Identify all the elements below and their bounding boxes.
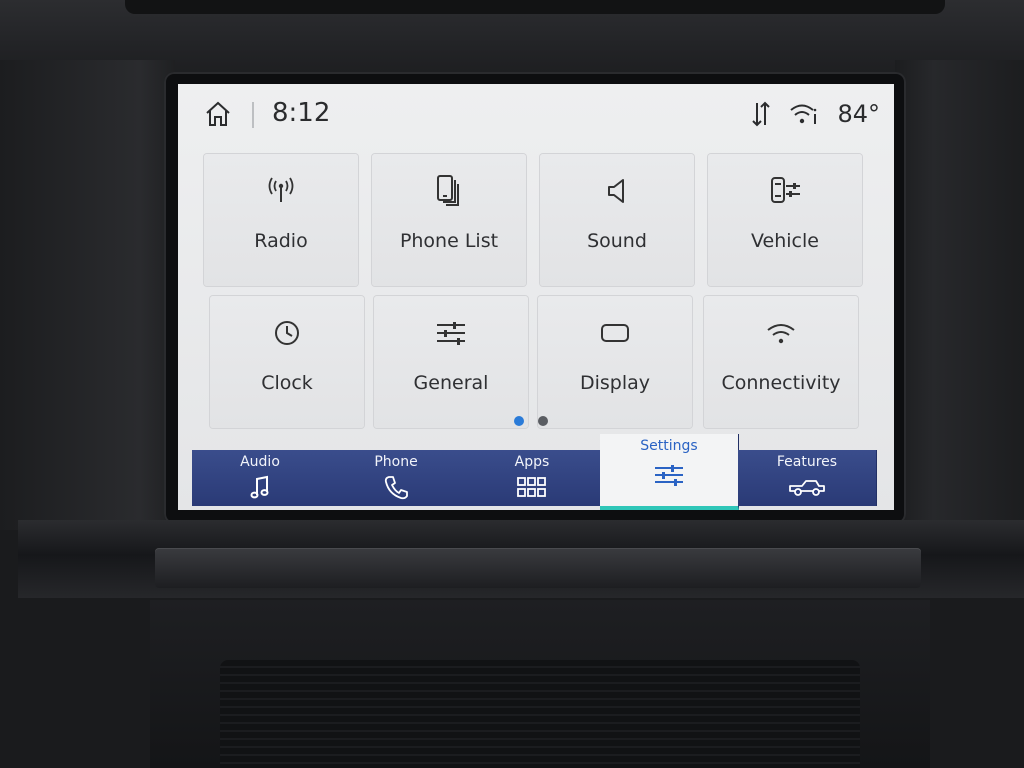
nav-phone[interactable]: Phone xyxy=(328,450,465,506)
tile-display[interactable]: Display xyxy=(538,296,692,428)
status-clock: 8:12 xyxy=(272,98,331,128)
nav-label: Settings xyxy=(640,438,698,454)
dashboard-left-panel xyxy=(0,60,175,530)
cubby-mat xyxy=(220,660,860,768)
nav-features[interactable]: Features xyxy=(738,450,877,506)
speaker-icon xyxy=(608,179,624,203)
truck-icon xyxy=(789,480,825,496)
tile-label: Radio xyxy=(254,230,308,252)
dashboard-shelf-edge xyxy=(155,548,921,588)
infotainment-screen: 8:12 84° Radio Phone List Sound Vehicle … xyxy=(178,84,894,510)
home-button[interactable] xyxy=(198,98,238,130)
tile-label: Display xyxy=(579,372,651,394)
tile-sound[interactable]: Sound xyxy=(540,154,694,286)
status-bar: 8:12 84° xyxy=(178,84,894,144)
dashboard-right-panel xyxy=(895,60,1024,530)
tile-label: Sound xyxy=(587,230,647,252)
home-icon xyxy=(206,101,230,126)
sliders-icon xyxy=(655,465,683,486)
status-indicators: 84° xyxy=(751,96,880,132)
nav-label: Audio xyxy=(240,454,280,470)
nav-settings[interactable]: Settings xyxy=(600,434,739,510)
nav-label: Phone xyxy=(374,454,418,470)
wifi-hotspot-icon xyxy=(790,104,817,124)
phone-list-icon xyxy=(437,175,459,206)
tile-connectivity[interactable]: Connectivity xyxy=(704,296,858,428)
display-icon xyxy=(601,324,629,342)
tile-label: Vehicle xyxy=(751,230,819,252)
dashboard-top-vent xyxy=(125,0,945,14)
vehicle-settings-icon xyxy=(771,177,800,203)
clock-icon xyxy=(275,321,299,345)
tile-clock[interactable]: Clock xyxy=(210,296,364,428)
status-divider xyxy=(252,102,254,128)
page-dot-active[interactable] xyxy=(514,416,524,426)
page-indicator xyxy=(514,416,548,426)
page-dot[interactable] xyxy=(538,416,548,426)
tile-label: General xyxy=(413,372,489,394)
sliders-icon xyxy=(437,322,465,345)
data-transfer-icon xyxy=(752,101,771,127)
nav-label: Apps xyxy=(514,454,550,470)
radio-icon xyxy=(268,177,294,202)
apps-grid-icon xyxy=(517,477,546,497)
bottom-navigation: Audio Phone Apps Settings Features xyxy=(192,434,877,510)
nav-audio[interactable]: Audio xyxy=(192,450,329,506)
nav-apps[interactable]: Apps xyxy=(464,450,601,506)
nav-label: Features xyxy=(776,454,838,470)
phone-icon xyxy=(384,476,408,500)
wifi-icon xyxy=(767,324,795,344)
tile-vehicle[interactable]: Vehicle xyxy=(708,154,862,286)
music-note-icon xyxy=(250,475,269,499)
outside-temperature: 84° xyxy=(837,100,880,128)
tile-phone-list[interactable]: Phone List xyxy=(372,154,526,286)
tile-label: Connectivity xyxy=(721,372,841,394)
tile-radio[interactable]: Radio xyxy=(204,154,358,286)
tile-general[interactable]: General xyxy=(374,296,528,428)
tile-label: Clock xyxy=(261,372,313,394)
tile-label: Phone List xyxy=(399,230,499,252)
